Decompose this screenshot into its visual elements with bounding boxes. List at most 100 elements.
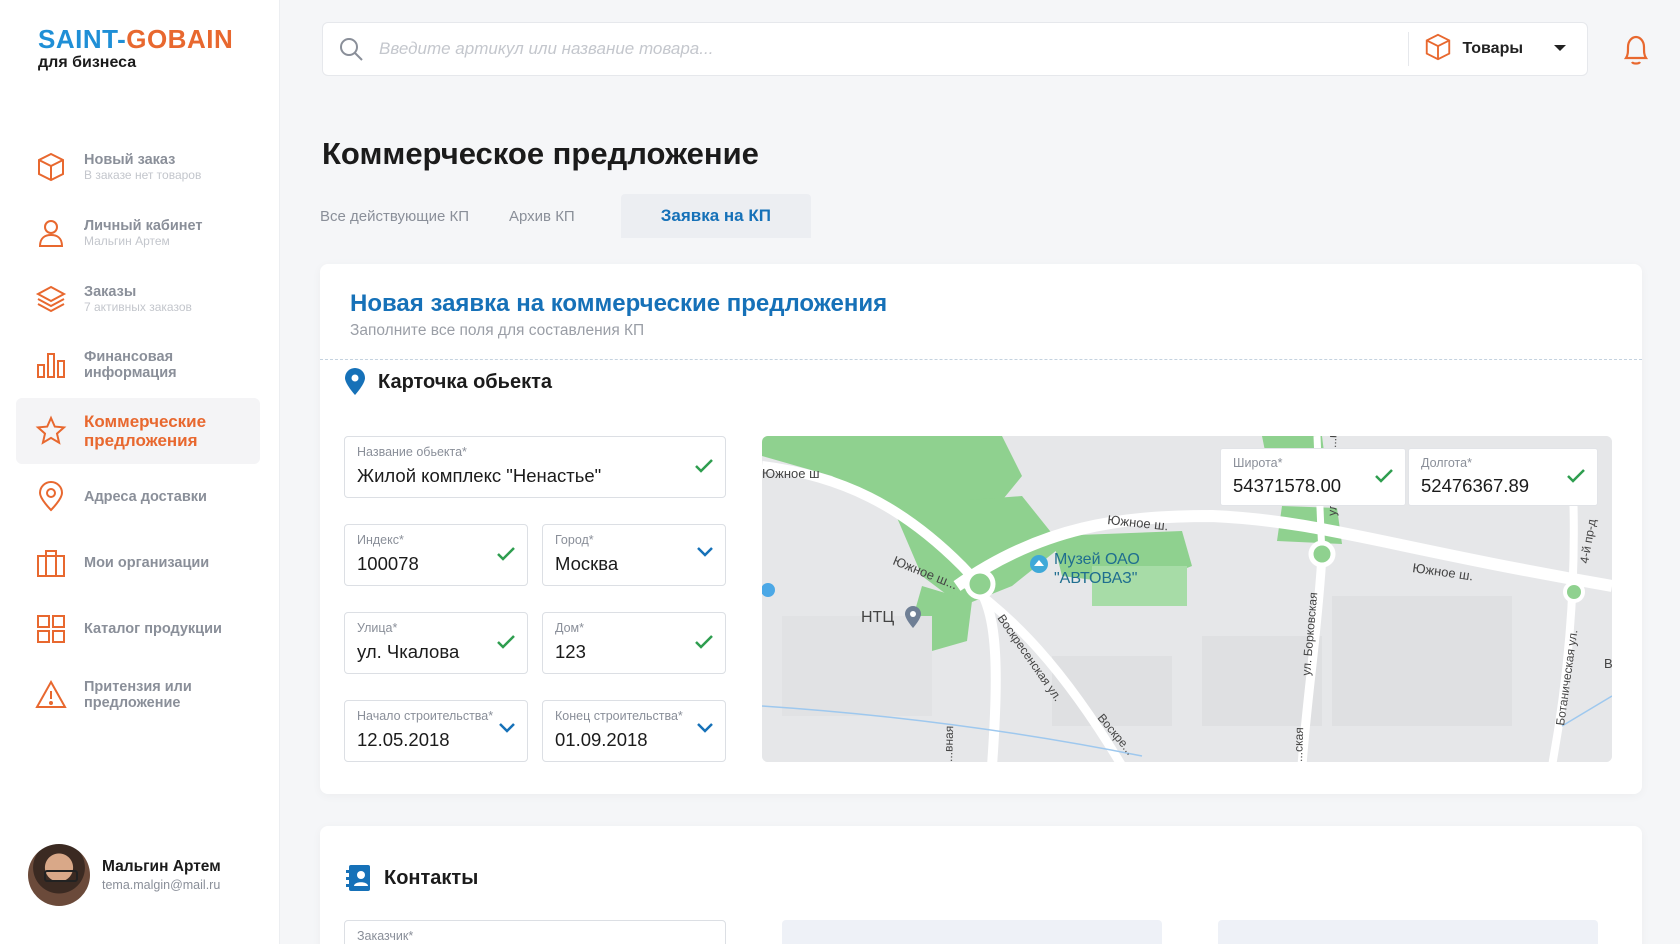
sidebar-item-catalog[interactable]: Каталог продукции bbox=[16, 596, 260, 662]
map-label: Музей ОАО bbox=[1054, 551, 1140, 568]
search-input[interactable] bbox=[379, 39, 1408, 59]
sidebar-item-label: Финансовая информация bbox=[84, 349, 177, 381]
field-value[interactable]: ул. Чкалова bbox=[357, 641, 515, 663]
location-map[interactable]: Южное ш Южное ш. Южное ш. Южное ш... Вос… bbox=[762, 436, 1612, 762]
longitude-field[interactable]: Долгота* 52476367.89 bbox=[1408, 448, 1598, 506]
sidebar-item-finance[interactable]: Финансовая информация bbox=[16, 332, 260, 398]
layers-icon bbox=[34, 282, 68, 316]
chevron-down-icon[interactable] bbox=[499, 723, 515, 733]
page-title: Коммерческое предложение bbox=[322, 136, 759, 171]
field-label: Заказчик* bbox=[357, 929, 414, 943]
check-icon bbox=[1567, 469, 1585, 483]
latitude-field[interactable]: Широта* 54371578.00 bbox=[1220, 448, 1406, 506]
grid-icon bbox=[34, 612, 68, 646]
house-field[interactable]: Дом* 123 bbox=[542, 612, 726, 674]
sidebar-item-sub: 7 активных заказов bbox=[84, 299, 192, 314]
user-name: Мальгин Артем bbox=[102, 858, 221, 875]
sidebar-item-label: Притензия или предложение bbox=[84, 679, 192, 711]
bar-chart-icon bbox=[34, 348, 68, 382]
end-date-select[interactable]: Конец строительства* 01.09.2018 bbox=[542, 700, 726, 762]
notification-bell-icon[interactable] bbox=[1618, 32, 1654, 68]
sidebar-item-claims[interactable]: Притензия или предложение bbox=[16, 662, 260, 728]
tab-archive[interactable]: Архив КП bbox=[509, 194, 595, 238]
field-value[interactable]: 52476367.89 bbox=[1421, 475, 1585, 497]
map-label: НТЦ bbox=[861, 609, 894, 626]
tab-active-offers[interactable]: Все действующие КП bbox=[320, 194, 489, 238]
tab-request[interactable]: Заявка на КП bbox=[620, 194, 811, 238]
map-block bbox=[782, 616, 932, 716]
sidebar-item-delivery-addresses[interactable]: Адреса доставки bbox=[16, 464, 260, 530]
tabs: Все действующие КП Архив КП Заявка на КП bbox=[320, 194, 831, 238]
form-title: Новая заявка на коммерческие предложения bbox=[350, 290, 888, 317]
sidebar-nav: Новый заказ В заказе нет товаров Личный к… bbox=[16, 134, 260, 728]
sidebar-item-account[interactable]: Личный кабинет Мальгин Артем bbox=[16, 200, 260, 266]
user-profile[interactable]: Мальгин Артем tema.malgin@mail.ru bbox=[28, 844, 221, 906]
contacts-section-label: Контакты bbox=[384, 866, 479, 889]
field-value[interactable]: 123 bbox=[555, 641, 713, 663]
search-bar: Товары bbox=[322, 22, 1588, 76]
field-label: Улица* bbox=[357, 621, 398, 635]
field-label: Название обьекта* bbox=[357, 445, 467, 459]
user-icon bbox=[34, 216, 68, 250]
field-value[interactable]: 12.05.2018 bbox=[357, 729, 515, 751]
package-icon bbox=[1423, 32, 1453, 67]
contact-input-placeholder[interactable] bbox=[782, 920, 1162, 944]
field-value[interactable]: 100078 bbox=[357, 553, 515, 575]
brand-name-part1: SAINT- bbox=[38, 24, 127, 54]
roundabout bbox=[964, 568, 996, 600]
sidebar-item-orders[interactable]: Заказы 7 активных заказов bbox=[16, 266, 260, 332]
chevron-down-icon[interactable] bbox=[697, 547, 713, 557]
check-icon bbox=[695, 635, 713, 649]
contact-input-placeholder[interactable] bbox=[1218, 920, 1598, 944]
field-value[interactable]: 54371578.00 bbox=[1233, 475, 1393, 497]
form-header: Новая заявка на коммерческие предложения… bbox=[320, 264, 1642, 360]
map-label: Южное ш bbox=[762, 466, 820, 481]
location-pin-icon bbox=[344, 368, 366, 396]
brand-name: SAINT-GOBAIN bbox=[38, 26, 233, 52]
field-label: Индекс* bbox=[357, 533, 404, 547]
logo[interactable]: SAINT-GOBAIN для бизнеса bbox=[38, 26, 233, 72]
brand-subtitle: для бизнеса bbox=[38, 54, 137, 71]
sidebar-item-label: Адреса доставки bbox=[84, 489, 207, 505]
field-value[interactable]: 01.09.2018 bbox=[555, 729, 713, 751]
category-dropdown[interactable]: Товары bbox=[1409, 32, 1588, 67]
field-label: Начало строительства* bbox=[357, 709, 494, 723]
search-icon[interactable] bbox=[323, 36, 379, 62]
sidebar-item-organizations[interactable]: Мои организации bbox=[16, 530, 260, 596]
check-icon bbox=[695, 459, 713, 473]
field-value[interactable]: Москва bbox=[555, 553, 713, 575]
object-name-field[interactable]: Название обьекта* Жилой комплекс "Ненаст… bbox=[344, 436, 726, 498]
address-book-icon bbox=[346, 864, 372, 892]
street-field[interactable]: Улица* ул. Чкалова bbox=[344, 612, 528, 674]
sidebar-item-label: Новый заказ bbox=[84, 151, 176, 168]
caret-down-icon bbox=[1553, 40, 1567, 58]
user-email: tema.malgin@mail.ru bbox=[102, 878, 221, 892]
city-select[interactable]: Город* Москва bbox=[542, 524, 726, 586]
roundabout bbox=[1308, 540, 1336, 568]
field-value[interactable]: Жилой комплекс "Ненастье" bbox=[357, 465, 713, 487]
warning-icon bbox=[34, 678, 68, 712]
start-date-select[interactable]: Начало строительства* 12.05.2018 bbox=[344, 700, 528, 762]
sidebar: SAINT-GOBAIN для бизнеса Новый заказ В за… bbox=[0, 0, 280, 944]
check-icon bbox=[497, 547, 515, 561]
field-label: Долгота* bbox=[1421, 456, 1472, 470]
sidebar-item-label: Каталог продукции bbox=[84, 621, 222, 637]
ntc-poi[interactable]: НТЦ bbox=[861, 606, 921, 628]
star-icon bbox=[34, 414, 68, 448]
sidebar-item-commercial-offers[interactable]: Коммерческие предложения bbox=[16, 398, 260, 464]
roundabout bbox=[1563, 581, 1585, 603]
map-label: ...вная bbox=[941, 725, 956, 762]
map-label: ...ка bbox=[1325, 436, 1340, 448]
object-section-title: Карточка обьекта bbox=[344, 368, 552, 396]
avatar[interactable] bbox=[28, 844, 90, 906]
customer-field[interactable]: Заказчик* bbox=[344, 920, 726, 944]
chevron-down-icon[interactable] bbox=[697, 723, 713, 733]
sidebar-item-new-order[interactable]: Новый заказ В заказе нет товаров bbox=[16, 134, 260, 200]
sidebar-item-label: Личный кабинет bbox=[84, 217, 203, 234]
index-field[interactable]: Индекс* 100078 bbox=[344, 524, 528, 586]
map-label: В bbox=[1604, 656, 1612, 671]
field-label: Дом* bbox=[555, 621, 585, 635]
form-subtitle: Заполните все поля для составления КП bbox=[350, 322, 645, 339]
check-icon bbox=[1375, 469, 1393, 483]
map-label: ...ская bbox=[1291, 727, 1306, 762]
